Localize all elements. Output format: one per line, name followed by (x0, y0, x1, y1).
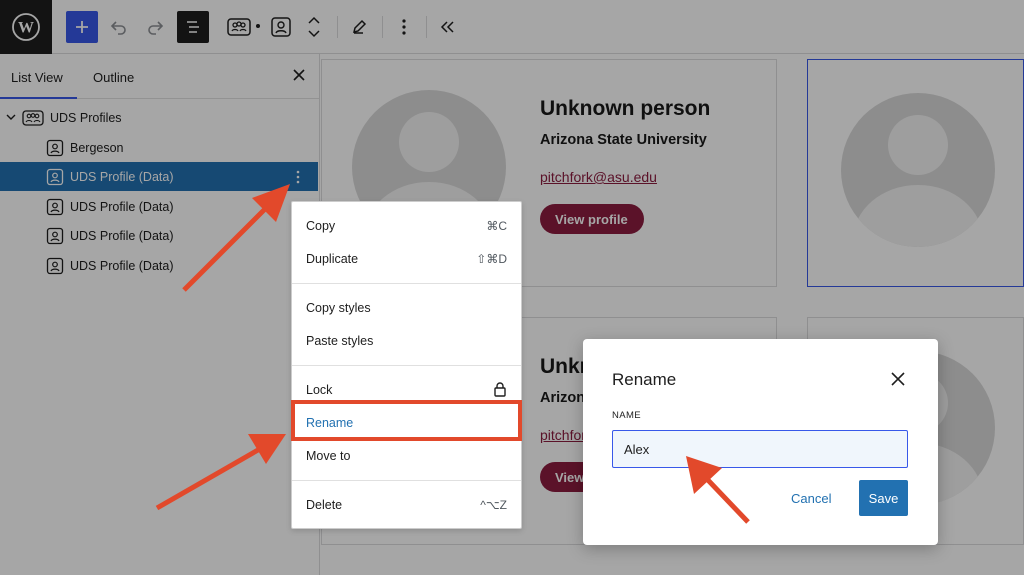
menu-item-delete[interactable]: Delete ^⌥Z (292, 491, 521, 519)
close-icon[interactable] (888, 369, 908, 389)
menu-item-duplicate[interactable]: Duplicate ⇧⌘D (292, 245, 521, 273)
annotation-highlight-box (291, 400, 522, 441)
dialog-title: Rename (612, 370, 677, 389)
menu-item-label: Duplicate (306, 252, 359, 266)
menu-item-copy[interactable]: Copy ⌘C (292, 212, 521, 240)
rename-dialog: Rename NAME Cancel Save (583, 339, 938, 545)
menu-divider (292, 365, 521, 366)
block-context-menu: Copy ⌘C Duplicate ⇧⌘D Copy styles Paste … (291, 201, 522, 529)
menu-item-move-to[interactable]: Move to (292, 442, 521, 470)
menu-item-copy-styles[interactable]: Copy styles (292, 294, 521, 322)
menu-item-label: Move to (306, 449, 351, 463)
menu-item-paste-styles[interactable]: Paste styles (292, 327, 521, 355)
menu-item-label: Paste styles (306, 334, 374, 348)
menu-divider (292, 480, 521, 481)
save-button[interactable]: Save (859, 480, 908, 516)
menu-item-label: Lock (306, 383, 333, 397)
menu-item-shortcut: ⌘C (486, 219, 507, 233)
menu-item-label: Delete (306, 498, 343, 512)
menu-item-shortcut: ^⌥Z (480, 498, 507, 512)
menu-item-label: Copy (306, 219, 336, 233)
name-input[interactable] (612, 430, 908, 468)
menu-item-shortcut: ⇧⌘D (476, 252, 507, 266)
menu-item-label: Copy styles (306, 301, 371, 315)
menu-divider (292, 283, 521, 284)
cancel-button[interactable]: Cancel (791, 488, 831, 508)
lock-icon (493, 381, 507, 400)
name-field-label: NAME (612, 410, 642, 421)
